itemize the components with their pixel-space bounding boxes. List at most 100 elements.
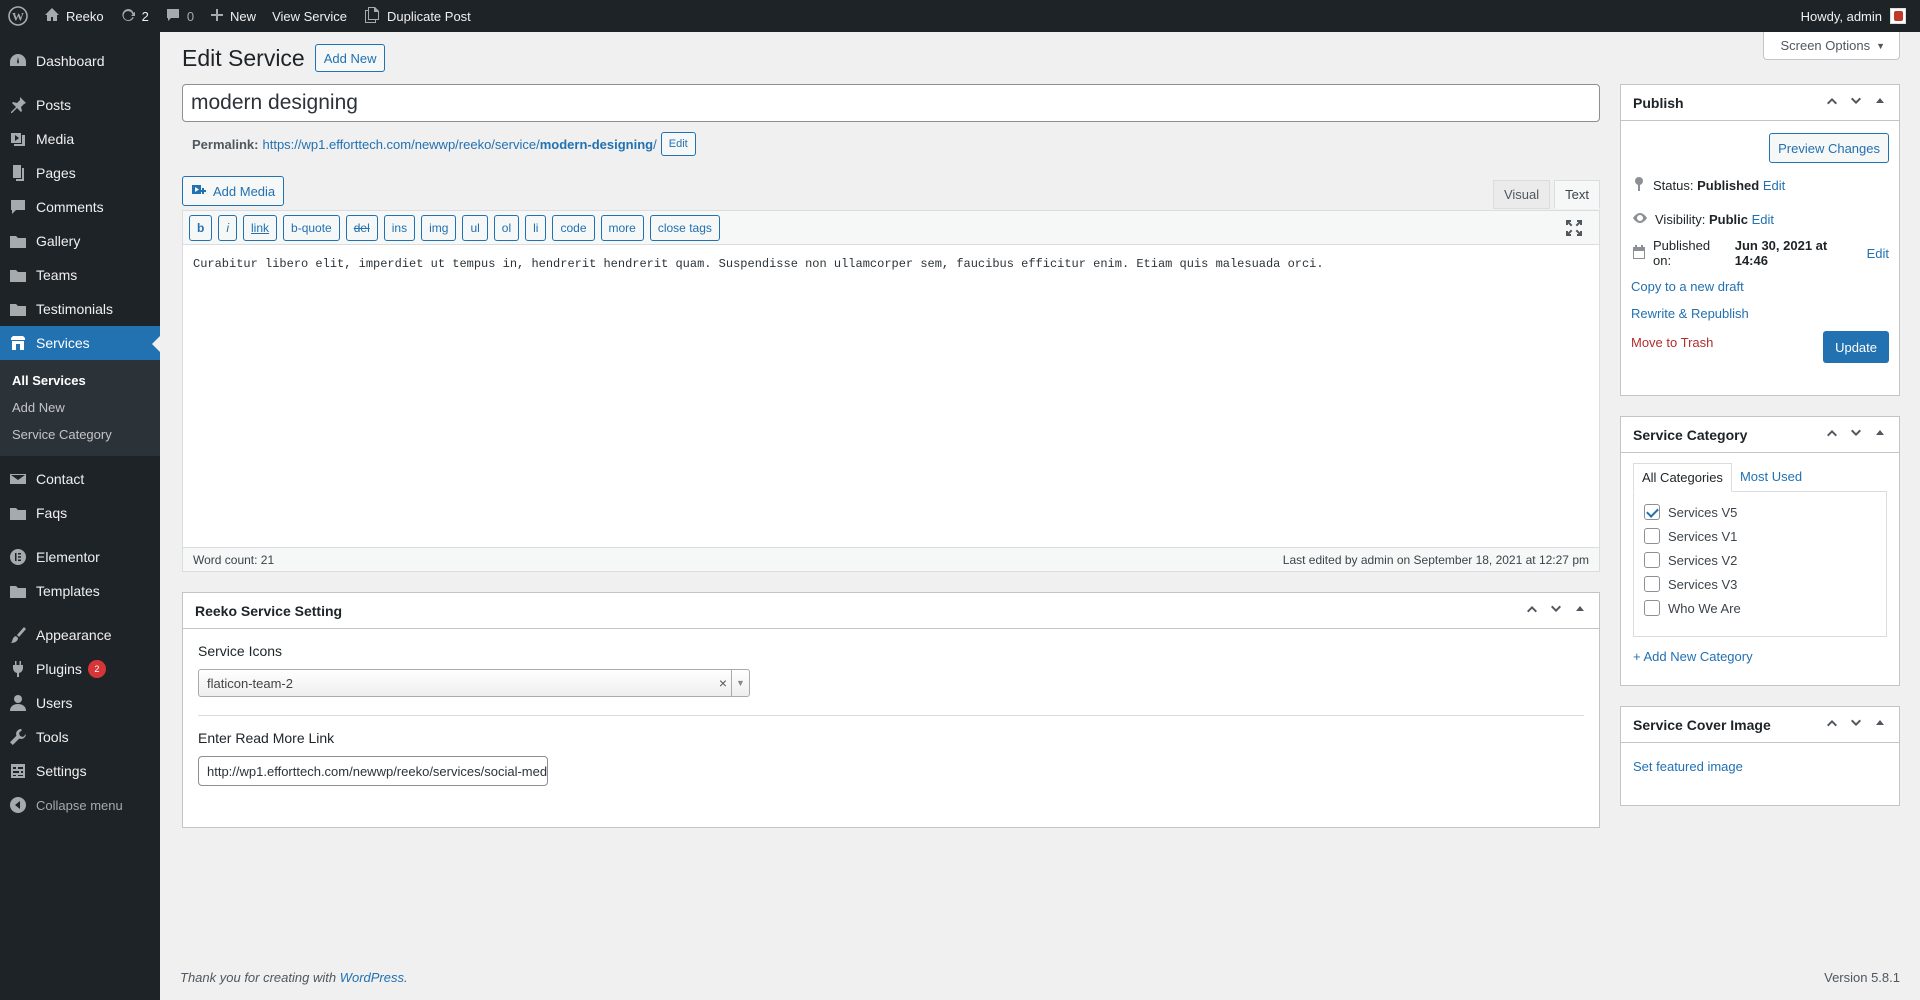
new-content-link[interactable]: New <box>202 0 264 32</box>
toggle-panel-icon[interactable] <box>1873 426 1887 443</box>
edit-status-link[interactable]: Edit <box>1763 178 1785 193</box>
post-title-input[interactable]: modern designing <box>182 84 1600 122</box>
menu-item-faqs[interactable]: Faqs <box>0 496 160 530</box>
qt-ins-button[interactable]: ins <box>383 214 416 241</box>
clear-selection-icon[interactable]: × <box>719 675 727 691</box>
menu-label: Services <box>36 335 90 351</box>
chevron-up-icon[interactable] <box>1825 716 1839 733</box>
menu-item-gallery[interactable]: Gallery <box>0 224 160 258</box>
chevron-down-icon[interactable] <box>1849 426 1863 443</box>
chevron-up-icon[interactable] <box>1825 426 1839 443</box>
menu-item-teams[interactable]: Teams <box>0 258 160 292</box>
add-new-category-link[interactable]: + Add New Category <box>1633 649 1753 664</box>
chevron-up-icon[interactable] <box>1825 94 1839 111</box>
set-featured-image-link[interactable]: Set featured image <box>1633 759 1743 774</box>
menu-item-media[interactable]: Media <box>0 122 160 156</box>
tab-all-categories[interactable]: All Categories <box>1633 463 1732 492</box>
qt-ul-button[interactable]: ul <box>462 214 488 241</box>
category-item[interactable]: Services V1 <box>1644 524 1876 548</box>
menu-item-templates[interactable]: Templates <box>0 574 160 608</box>
edit-visibility-link[interactable]: Edit <box>1752 212 1774 227</box>
updates-link[interactable]: 2 <box>112 0 157 32</box>
menu-item-plugins[interactable]: Plugins 2 <box>0 652 160 686</box>
qt-close-tags-button[interactable]: close tags <box>649 214 720 241</box>
comments-link[interactable]: 0 <box>157 0 202 32</box>
category-item[interactable]: Services V2 <box>1644 548 1876 572</box>
plugins-update-badge: 2 <box>87 660 106 678</box>
collapse-menu-button[interactable]: Collapse menu <box>0 788 160 822</box>
read-more-input[interactable]: http://wp1.efforttech.com/newwp/reeko/se… <box>198 756 548 786</box>
qt-more-button[interactable]: more <box>600 214 644 241</box>
tab-text[interactable]: Text <box>1554 180 1600 209</box>
add-media-button[interactable]: Add Media <box>182 176 285 206</box>
chevron-down-icon[interactable] <box>1849 716 1863 733</box>
wordpress-link[interactable]: WordPress <box>340 970 404 985</box>
menu-item-users[interactable]: Users <box>0 686 160 720</box>
qt-link-button[interactable]: link <box>243 214 278 241</box>
preview-changes-button[interactable]: Preview Changes <box>1769 133 1889 163</box>
qt-blockquote-button[interactable]: b-quote <box>283 214 340 241</box>
move-to-trash-link[interactable]: Move to Trash <box>1631 335 1713 350</box>
duplicate-post-link[interactable]: Duplicate Post <box>355 0 479 32</box>
menu-item-testimonials[interactable]: Testimonials <box>0 292 160 326</box>
checkbox[interactable] <box>1644 552 1660 568</box>
toggle-panel-icon[interactable] <box>1873 94 1887 111</box>
submenu-add-new[interactable]: Add New <box>0 394 160 421</box>
menu-item-posts[interactable]: Posts <box>0 88 160 122</box>
publish-box: Publish Preview Changes Status: Publishe… <box>1620 84 1900 396</box>
folder-icon <box>8 299 28 319</box>
qt-del-button[interactable]: del <box>345 214 378 241</box>
checkbox[interactable] <box>1644 600 1660 616</box>
category-item[interactable]: Who We Are <box>1644 596 1876 620</box>
menu-item-services[interactable]: Services <box>0 326 160 360</box>
add-new-button[interactable]: Add New <box>314 44 386 72</box>
category-item[interactable]: Services V5 <box>1644 500 1876 524</box>
category-tabs: All Categories Most Used <box>1633 463 1887 492</box>
site-name-link[interactable]: Reeko <box>36 0 112 32</box>
menu-item-tools[interactable]: Tools <box>0 720 160 754</box>
text-editor: b i link b-quote del ins img ul ol li co… <box>182 210 1600 572</box>
update-button[interactable]: Update <box>1823 331 1889 363</box>
chevron-down-icon[interactable] <box>1849 94 1863 111</box>
menu-item-appearance[interactable]: Appearance <box>0 618 160 652</box>
menu-item-pages[interactable]: Pages <box>0 156 160 190</box>
submenu-service-category[interactable]: Service Category <box>0 421 160 448</box>
edit-date-link[interactable]: Edit <box>1867 246 1889 261</box>
qt-italic-button[interactable]: i <box>218 214 238 241</box>
fullscreen-icon[interactable] <box>1565 219 1583 240</box>
qt-bold-button[interactable]: b <box>189 214 213 241</box>
content-textarea[interactable]: Curabitur libero elit, imperdiet ut temp… <box>183 245 1599 547</box>
service-icons-select[interactable]: flaticon-team-2 × ▼ <box>198 669 750 697</box>
qt-img-button[interactable]: img <box>421 214 457 241</box>
copy-to-draft-link[interactable]: Copy to a new draft <box>1631 279 1744 294</box>
edit-slug-button[interactable]: Edit <box>660 132 696 156</box>
menu-item-dashboard[interactable]: Dashboard <box>0 44 160 78</box>
checkbox[interactable] <box>1644 576 1660 592</box>
view-service-link[interactable]: View Service <box>264 0 355 32</box>
menu-item-contact[interactable]: Contact <box>0 462 160 496</box>
toggle-panel-icon[interactable] <box>1873 716 1887 733</box>
toggle-panel-icon[interactable] <box>1573 602 1587 619</box>
checkbox[interactable] <box>1644 504 1660 520</box>
chevron-up-icon[interactable] <box>1525 602 1539 619</box>
elementor-icon <box>8 547 28 567</box>
qt-code-button[interactable]: code <box>552 214 595 241</box>
submenu-all-services[interactable]: All Services <box>0 367 160 394</box>
qt-ol-button[interactable]: ol <box>493 214 520 241</box>
permalink-link[interactable]: https://wp1.efforttech.com/newwp/reeko/s… <box>262 137 656 152</box>
category-item[interactable]: Services V3 <box>1644 572 1876 596</box>
menu-item-settings[interactable]: Settings <box>0 754 160 788</box>
chevron-down-icon[interactable] <box>1549 602 1563 619</box>
qt-li-button[interactable]: li <box>525 214 547 241</box>
wordpress-logo-icon[interactable]: W <box>0 0 36 32</box>
menu-item-comments[interactable]: Comments <box>0 190 160 224</box>
checkbox[interactable] <box>1644 528 1660 544</box>
tab-visual[interactable]: Visual <box>1492 180 1551 209</box>
rewrite-republish-link[interactable]: Rewrite & Republish <box>1631 306 1749 321</box>
menu-item-elementor[interactable]: Elementor <box>0 540 160 574</box>
folder-icon <box>8 581 28 601</box>
screen-options-button[interactable]: Screen Options ▼ <box>1763 32 1900 60</box>
dropdown-arrow-icon[interactable]: ▼ <box>731 670 749 696</box>
my-account-link[interactable]: Howdy, admin <box>1793 0 1914 32</box>
tab-most-used[interactable]: Most Used <box>1732 463 1810 492</box>
